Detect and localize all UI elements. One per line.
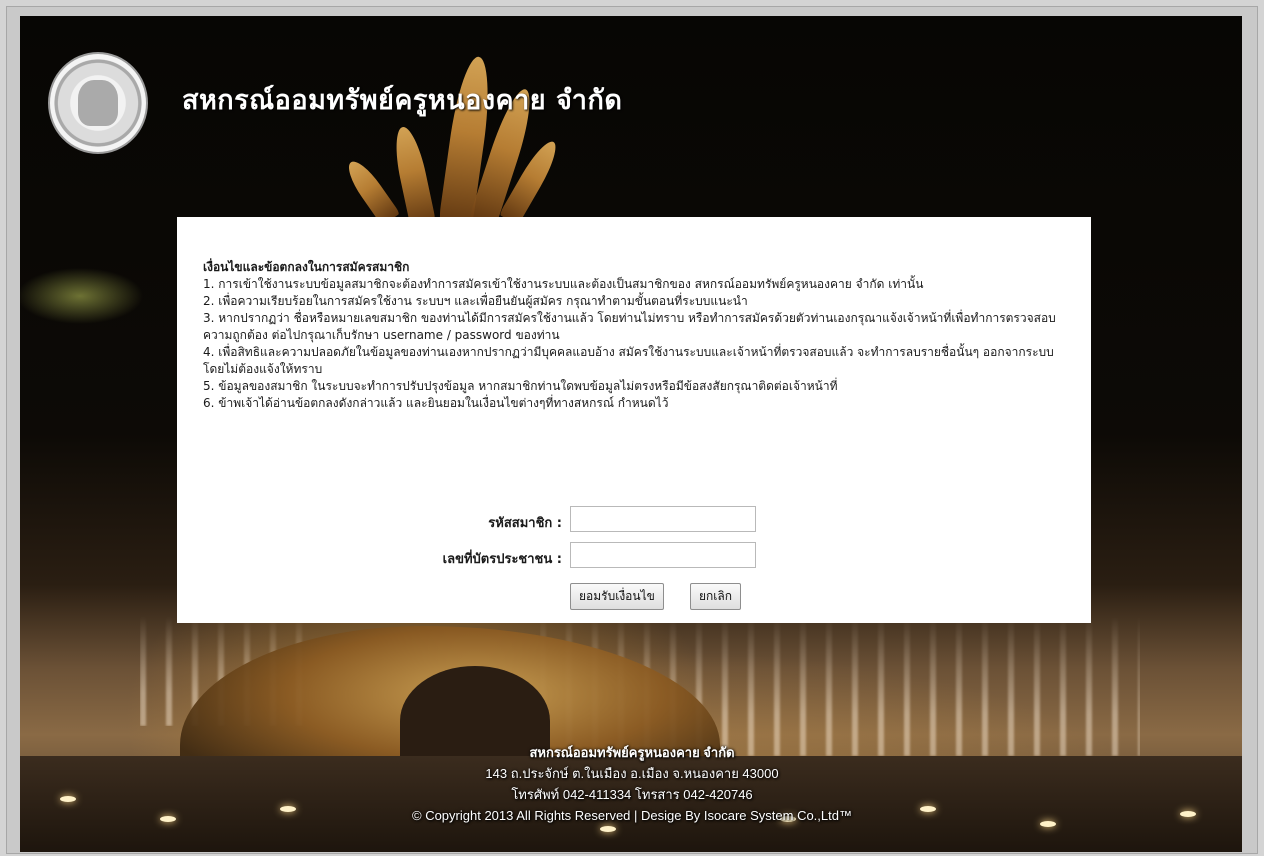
page-title: สหกรณ์ออมทรัพย์ครูหนองคาย จำกัด xyxy=(182,85,623,116)
terms-item: 2. เพื่อความเรียบร้อยในการสมัครใช้งาน ระ… xyxy=(203,294,748,308)
cooperative-seal-icon xyxy=(48,52,148,154)
footer-org-name: สหกรณ์ออมทรัพย์ครูหนองคาย จำกัด xyxy=(529,745,735,760)
registration-panel: เงื่อนไขและข้อตกลงในการสมัครสมาชิก 1. กา… xyxy=(177,217,1091,623)
id-card-input[interactable] xyxy=(570,542,756,568)
terms-item: 1. การเข้าใช้งานระบบข้อมูลสมาชิกจะต้องทำ… xyxy=(203,277,924,291)
terms-item: 6. ข้าพเจ้าได้อ่านข้อตกลงดังกล่าวแล้ว แล… xyxy=(203,396,669,410)
seal-emblem xyxy=(78,80,118,126)
pool-light xyxy=(600,826,616,832)
member-id-label: รหัสสมาชิก : xyxy=(488,516,562,531)
member-id-input[interactable] xyxy=(570,506,756,532)
cancel-button[interactable]: ยกเลิก xyxy=(690,583,742,610)
footer-address: 143 ถ.ประจักษ์ ต.ในเมือง อ.เมือง จ.หนองค… xyxy=(485,766,779,781)
page-footer: สหกรณ์ออมทรัพย์ครูหนองคาย จำกัด 143 ถ.ปร… xyxy=(0,742,1264,826)
id-card-label: เลขที่บัตรประชาชน : xyxy=(442,552,562,567)
footer-phone: โทรศัพท์ 042-411334 โทรสาร 042-420746 xyxy=(511,787,753,802)
terms-title: เงื่อนไขและข้อตกลงในการสมัครสมาชิก xyxy=(203,260,410,274)
terms-section: เงื่อนไขและข้อตกลงในการสมัครสมาชิก 1. กา… xyxy=(203,259,1063,412)
terms-item: 5. ข้อมูลของสมาชิก ในระบบจะทำการปรับปรุง… xyxy=(203,379,838,393)
terms-item: 3. หากปรากฏว่า ชื่อหรือหมายเลขสมาชิก ของ… xyxy=(203,311,1056,342)
member-id-row: รหัสสมาชิก : xyxy=(177,506,562,534)
id-card-row: เลขที่บัตรประชาชน : xyxy=(177,542,562,570)
accept-terms-button[interactable]: ยอมรับเงื่อนไข xyxy=(570,583,664,610)
sculpture-spike xyxy=(341,156,401,226)
footer-copyright: © Copyright 2013 All Rights Reserved | D… xyxy=(412,808,852,823)
terms-item: 4. เพื่อสิทธิและความปลอดภัยในข้อมูลของท่… xyxy=(203,345,1054,376)
